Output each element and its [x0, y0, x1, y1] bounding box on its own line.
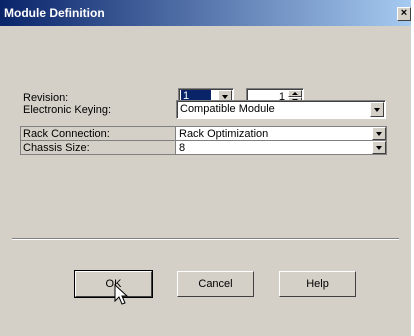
- chassis-size-row: Chassis Size: 8: [20, 140, 387, 155]
- revision-label: Revision:: [23, 92, 69, 104]
- chassis-size-value: 8: [179, 142, 186, 154]
- electronic-keying-value: Compatible Module: [180, 103, 275, 115]
- electronic-keying-label: Electronic Keying:: [23, 104, 112, 116]
- chassis-size-select[interactable]: 8: [176, 141, 386, 154]
- separator-line: [12, 238, 399, 240]
- rack-connection-select[interactable]: Rack Optimization: [176, 127, 386, 140]
- electronic-keying-dropdown-button[interactable]: [370, 102, 384, 117]
- dialog-title: Module Definition: [4, 6, 105, 20]
- rack-connection-dropdown-button[interactable]: [372, 127, 386, 140]
- close-button[interactable]: ×: [397, 7, 411, 21]
- spin-up-button[interactable]: [288, 90, 302, 97]
- cancel-button[interactable]: Cancel: [177, 271, 254, 297]
- chevron-up-icon: [292, 92, 298, 95]
- rack-connection-label: Rack Connection:: [23, 128, 110, 140]
- chassis-size-label: Chassis Size:: [23, 142, 90, 154]
- chevron-down-icon: [374, 107, 380, 112]
- rack-connection-value: Rack Optimization: [179, 128, 269, 140]
- rack-connection-row: Rack Connection: Rack Optimization: [20, 126, 387, 141]
- chevron-down-icon: [222, 95, 228, 99]
- help-button[interactable]: Help: [279, 271, 356, 297]
- chevron-down-icon: [376, 131, 382, 136]
- module-definition-dialog: Module Definition × Revision: 1 1 Electr…: [0, 0, 411, 336]
- close-icon: ×: [400, 7, 408, 19]
- title-bar[interactable]: Module Definition ×: [0, 0, 411, 26]
- chassis-size-dropdown-button[interactable]: [372, 141, 386, 154]
- chevron-down-icon: [376, 145, 382, 150]
- electronic-keying-select[interactable]: Compatible Module: [176, 100, 386, 119]
- mouse-cursor-icon: [114, 284, 128, 305]
